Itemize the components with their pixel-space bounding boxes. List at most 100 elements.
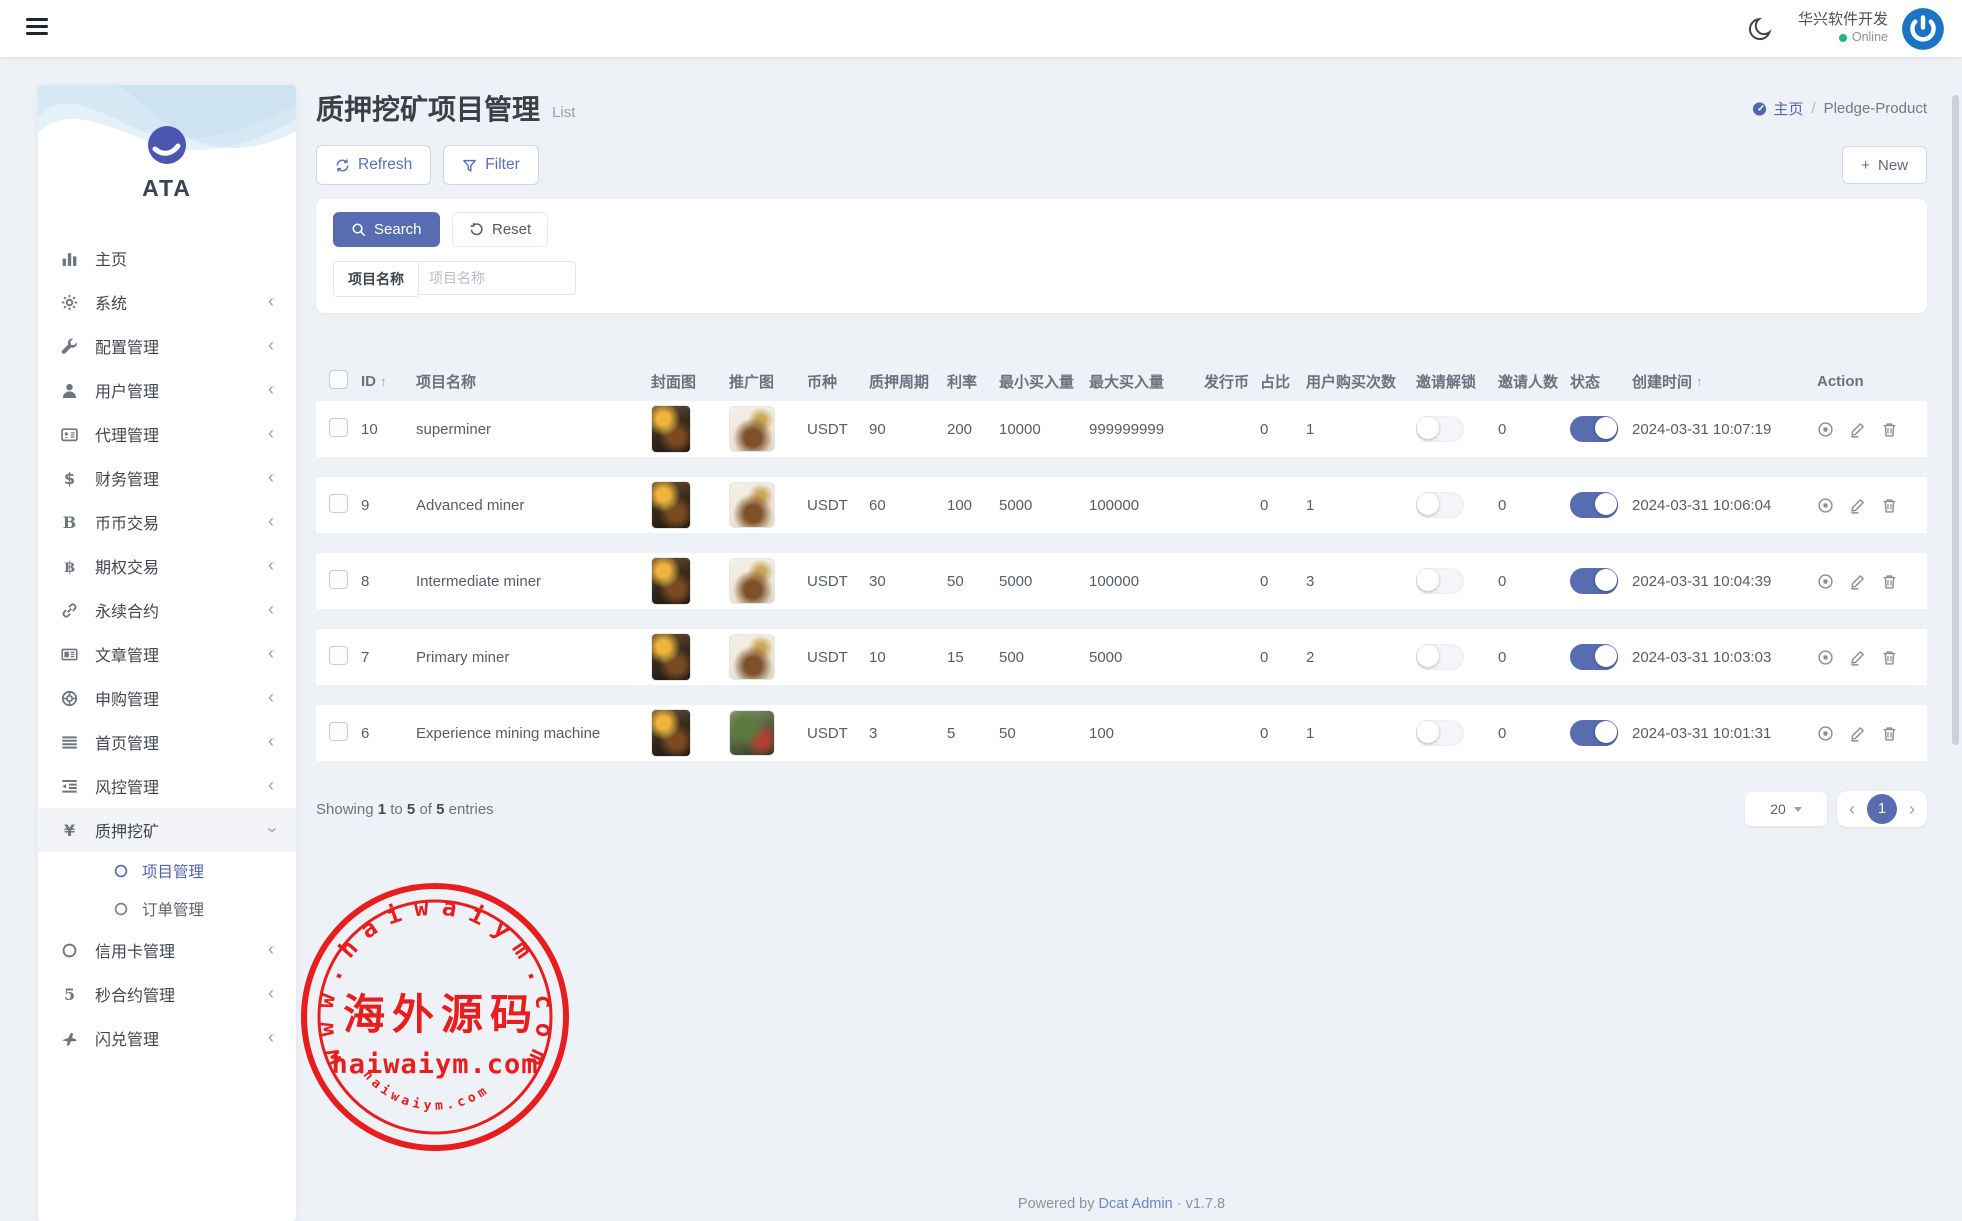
- trash-icon[interactable]: [1881, 725, 1898, 742]
- sidebar-item-bold-b[interactable]: B 币币交易 ‹: [38, 500, 296, 544]
- sidebar-item-id-card[interactable]: 代理管理 ‹: [38, 412, 296, 456]
- sidebar-item-link[interactable]: 永续合约 ‹: [38, 588, 296, 632]
- prev-page-button[interactable]: ‹: [1847, 799, 1857, 820]
- column-header[interactable]: 发行币: [1204, 371, 1260, 392]
- sidebar-item-five[interactable]: 5 秒合约管理 ‹: [38, 972, 296, 1016]
- sidebar-item-chart-bar[interactable]: 主页 ‹: [38, 236, 296, 280]
- scrollbar-thumb[interactable]: [1952, 95, 1959, 745]
- row-checkbox[interactable]: [329, 646, 348, 665]
- status-toggle[interactable]: [1570, 492, 1618, 518]
- column-header[interactable]: 质押周期: [869, 371, 947, 392]
- status-toggle[interactable]: [1570, 416, 1618, 442]
- edit-pencil-icon[interactable]: [1849, 649, 1866, 666]
- status-toggle[interactable]: [1570, 644, 1618, 670]
- promo-image-thumbnail[interactable]: [729, 634, 775, 680]
- cell-id: 6: [361, 725, 416, 742]
- dcat-admin-link[interactable]: Dcat Admin: [1099, 1196, 1173, 1212]
- column-header[interactable]: 最小买入量: [999, 371, 1089, 392]
- reset-button[interactable]: Reset: [452, 212, 548, 247]
- brand-logo[interactable]: [147, 125, 187, 165]
- filter-button[interactable]: Filter: [443, 145, 538, 185]
- sidebar-subitem[interactable]: 订单管理: [38, 890, 296, 928]
- column-header[interactable]: 最大买入量: [1089, 371, 1204, 392]
- cover-image-thumbnail[interactable]: [651, 481, 691, 529]
- eye-icon[interactable]: [1817, 421, 1834, 438]
- edit-pencil-icon[interactable]: [1849, 421, 1866, 438]
- cover-image-thumbnail[interactable]: [651, 709, 691, 757]
- sidebar-item-wrench[interactable]: 配置管理 ‹: [38, 324, 296, 368]
- sidebar-item-baht[interactable]: ฿ 期权交易 ‹: [38, 544, 296, 588]
- eye-icon[interactable]: [1817, 573, 1834, 590]
- sidebar-subitem[interactable]: 项目管理: [38, 852, 296, 890]
- cover-image-thumbnail[interactable]: [651, 633, 691, 681]
- eye-icon[interactable]: [1817, 497, 1834, 514]
- promo-image-thumbnail[interactable]: [729, 558, 775, 604]
- current-page-button[interactable]: 1: [1867, 794, 1897, 824]
- breadcrumb-home-link[interactable]: 主页: [1752, 98, 1803, 119]
- row-checkbox[interactable]: [329, 570, 348, 589]
- sidebar-item-label: 信用卡管理: [95, 938, 175, 962]
- eye-icon[interactable]: [1817, 725, 1834, 742]
- cover-image-thumbnail[interactable]: [651, 405, 691, 453]
- new-button[interactable]: + New: [1842, 146, 1927, 184]
- select-all-checkbox[interactable]: [329, 370, 348, 389]
- status-toggle[interactable]: [1570, 568, 1618, 594]
- trash-icon[interactable]: [1881, 421, 1898, 438]
- sidebar-item-newspaper[interactable]: 文章管理 ‹: [38, 632, 296, 676]
- trash-icon[interactable]: [1881, 573, 1898, 590]
- invite-unlock-toggle[interactable]: [1416, 720, 1464, 746]
- cell-invite-count: 0: [1498, 649, 1570, 666]
- row-checkbox[interactable]: [329, 494, 348, 513]
- promo-image-thumbnail[interactable]: [729, 482, 775, 528]
- column-header[interactable]: 邀请人数: [1498, 371, 1570, 392]
- project-name-input[interactable]: [418, 261, 576, 295]
- row-checkbox[interactable]: [329, 722, 348, 741]
- promo-image-thumbnail[interactable]: [729, 710, 775, 756]
- invite-unlock-toggle[interactable]: [1416, 644, 1464, 670]
- column-header[interactable]: 利率: [947, 371, 999, 392]
- sort-arrow-icon[interactable]: ↑: [380, 374, 387, 389]
- search-button[interactable]: Search: [333, 212, 440, 247]
- status-toggle[interactable]: [1570, 720, 1618, 746]
- cover-image-thumbnail[interactable]: [651, 557, 691, 605]
- next-page-button[interactable]: ›: [1907, 799, 1917, 820]
- trash-icon[interactable]: [1881, 649, 1898, 666]
- sort-arrow-icon[interactable]: ↑: [1696, 374, 1703, 389]
- row-checkbox[interactable]: [329, 418, 348, 437]
- sidebar-item-life-ring[interactable]: 申购管理 ‹: [38, 676, 296, 720]
- column-header[interactable]: 推广图: [729, 371, 807, 392]
- column-header[interactable]: Action: [1817, 373, 1927, 390]
- sidebar-item-jet[interactable]: 闪兑管理 ‹: [38, 1016, 296, 1060]
- refresh-button[interactable]: Refresh: [316, 145, 431, 185]
- column-header[interactable]: 创建时间 ↑: [1632, 371, 1817, 392]
- column-header[interactable]: ID ↑: [361, 373, 416, 390]
- sidebar-toggle-button[interactable]: [26, 18, 48, 38]
- invite-unlock-toggle[interactable]: [1416, 416, 1464, 442]
- sidebar-item-align-justify[interactable]: 首页管理 ‹: [38, 720, 296, 764]
- column-header[interactable]: 封面图: [651, 371, 729, 392]
- eye-icon[interactable]: [1817, 649, 1834, 666]
- sidebar-item-circle[interactable]: 信用卡管理 ‹: [38, 928, 296, 972]
- page-size-select[interactable]: 20: [1745, 792, 1827, 826]
- sidebar-item-user[interactable]: 用户管理 ‹: [38, 368, 296, 412]
- column-header[interactable]: 状态: [1570, 371, 1632, 392]
- user-avatar[interactable]: [1902, 8, 1944, 50]
- column-header[interactable]: 用户购买次数: [1306, 371, 1416, 392]
- sidebar-item-dollar[interactable]: $ 财务管理 ‹: [38, 456, 296, 500]
- edit-pencil-icon[interactable]: [1849, 573, 1866, 590]
- column-header[interactable]: 占比: [1260, 371, 1306, 392]
- dark-mode-toggle-icon[interactable]: [1748, 16, 1774, 42]
- sidebar-item-gear[interactable]: 系统 ‹: [38, 280, 296, 324]
- edit-pencil-icon[interactable]: [1849, 725, 1866, 742]
- promo-image-thumbnail[interactable]: [729, 406, 775, 452]
- user-name[interactable]: 华兴软件开发: [1798, 11, 1888, 30]
- sidebar-item-yen[interactable]: ¥ 质押挖矿 ‹: [38, 808, 296, 852]
- invite-unlock-toggle[interactable]: [1416, 492, 1464, 518]
- column-header[interactable]: 邀请解锁: [1416, 371, 1498, 392]
- sidebar-item-outdent[interactable]: 风控管理 ‹: [38, 764, 296, 808]
- column-header[interactable]: 币种: [807, 371, 869, 392]
- trash-icon[interactable]: [1881, 497, 1898, 514]
- column-header[interactable]: 项目名称: [416, 371, 651, 392]
- invite-unlock-toggle[interactable]: [1416, 568, 1464, 594]
- edit-pencil-icon[interactable]: [1849, 497, 1866, 514]
